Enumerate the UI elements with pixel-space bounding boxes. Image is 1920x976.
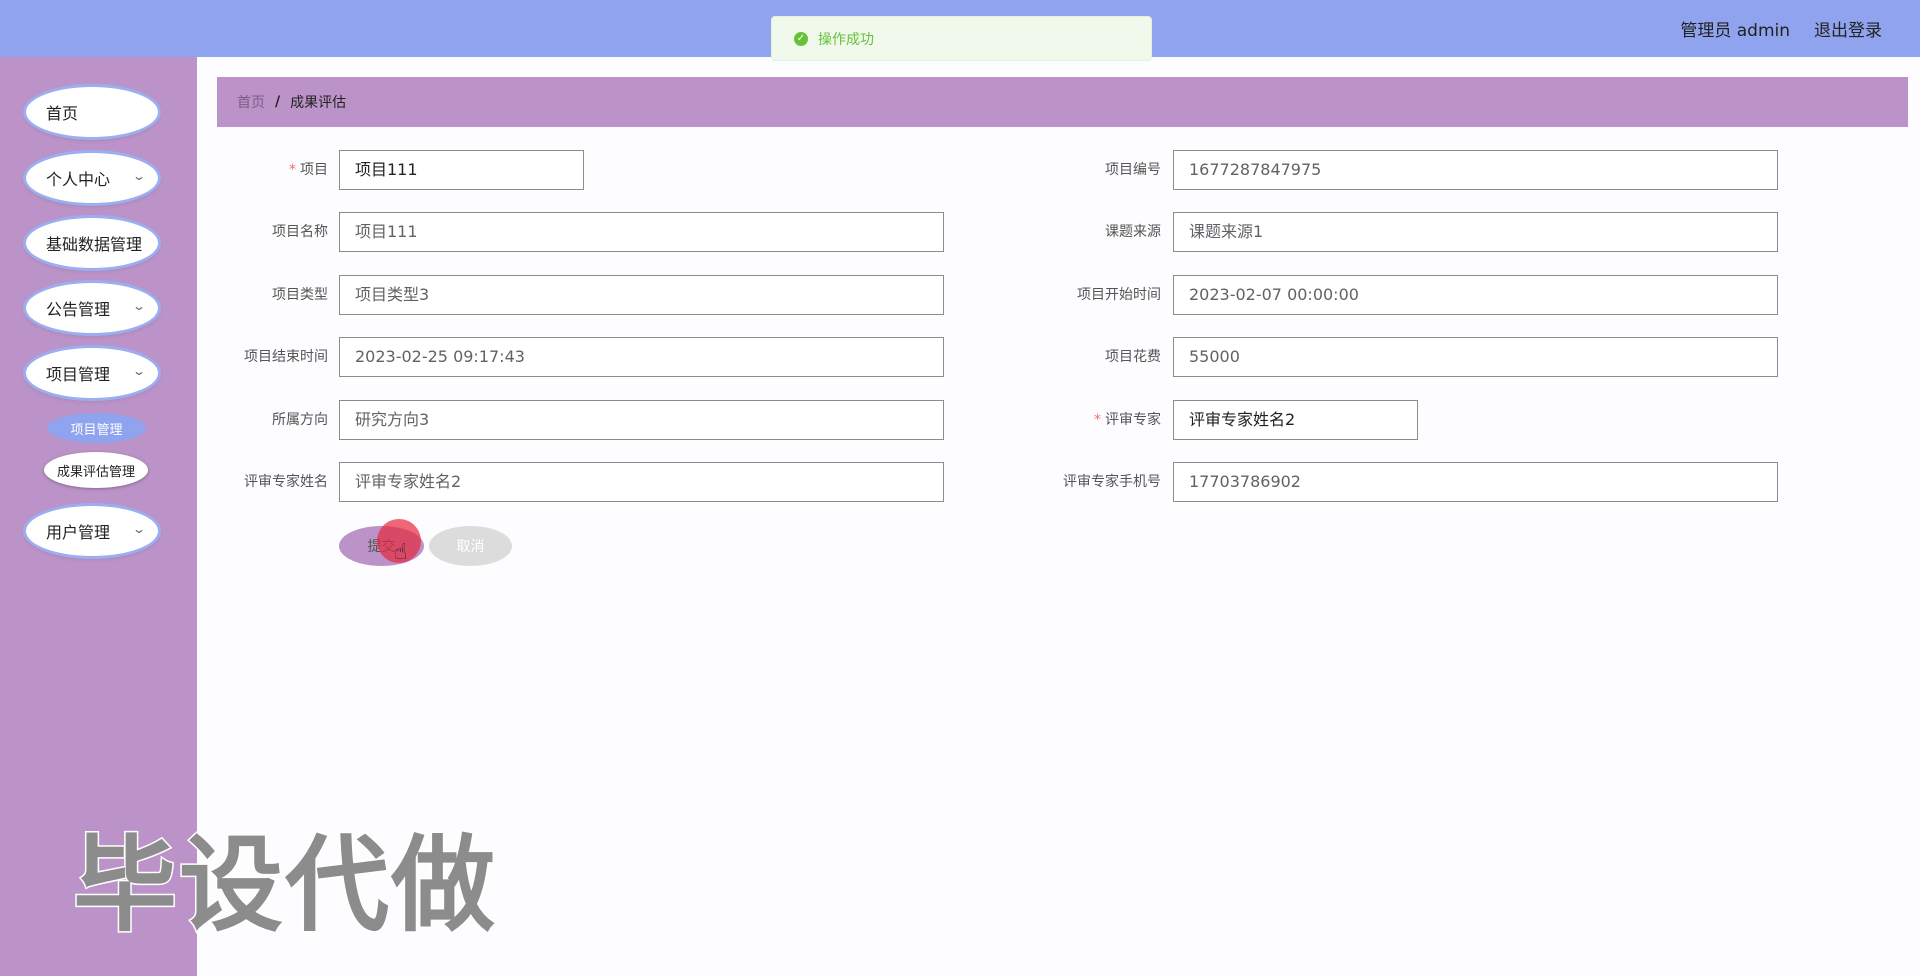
- project-name-field[interactable]: 项目111: [339, 212, 944, 252]
- sidebar-item-users[interactable]: 用户管理 ⌄: [26, 506, 158, 556]
- breadcrumb: 首页 / 成果评估: [217, 77, 1908, 127]
- form-label-topic-source: 课题来源: [1105, 224, 1161, 240]
- user-area: 管理员 admin 退出登录: [1680, 16, 1882, 41]
- form-label-project-number: 项目编号: [1105, 162, 1161, 178]
- breadcrumb-separator: /: [275, 94, 281, 110]
- sidebar-item-projects[interactable]: 项目管理 ⌄: [26, 348, 158, 398]
- sidebar-item-label: 公告管理: [46, 300, 111, 319]
- watermark: 毕设代做: [71, 823, 498, 948]
- form-label-expert-name: 评审专家姓名: [244, 474, 328, 490]
- sidebar-item-base-data[interactable]: 基础数据管理: [26, 218, 158, 268]
- admin-label[interactable]: 管理员 admin: [1680, 16, 1790, 41]
- project-type-field[interactable]: 项目类型3: [339, 275, 944, 315]
- chevron-down-icon: ⌄: [131, 299, 147, 313]
- form-label-cost: 项目花费: [1105, 349, 1161, 365]
- project-number-field[interactable]: 1677287847975: [1173, 150, 1778, 190]
- form-label-start-time: 项目开始时间: [1077, 287, 1161, 303]
- topic-source-field[interactable]: 课题来源1: [1173, 212, 1778, 252]
- toast-message: 操作成功: [818, 31, 874, 48]
- cancel-button[interactable]: 取消: [429, 526, 512, 566]
- hand-cursor-icon: ☝: [394, 540, 408, 565]
- form-label-direction: 所属方向: [272, 412, 328, 428]
- cost-field[interactable]: 55000: [1173, 337, 1778, 377]
- required-mark: *: [289, 162, 296, 178]
- label-text: 评审专家: [1105, 412, 1161, 428]
- direction-field[interactable]: 研究方向3: [339, 400, 944, 440]
- success-toast: ✓ 操作成功: [771, 16, 1152, 61]
- expert-name-field[interactable]: 评审专家姓名2: [339, 462, 944, 502]
- form-label-project-name: 项目名称: [272, 224, 328, 240]
- sidebar-subitem-result-evaluation[interactable]: 成果评估管理: [44, 452, 148, 488]
- expert-phone-field[interactable]: 17703786902: [1173, 462, 1778, 502]
- breadcrumb-current: 成果评估: [290, 95, 347, 111]
- check-circle-icon: ✓: [794, 31, 808, 46]
- sidebar-item-home[interactable]: 首页: [26, 87, 158, 137]
- form-label-expert-phone: 评审专家手机号: [1063, 474, 1161, 490]
- sidebar-item-personal-center[interactable]: 个人中心 ⌄: [26, 153, 158, 203]
- form-label-end-time: 项目结束时间: [244, 349, 328, 365]
- sidebar-item-label: 用户管理: [46, 523, 111, 542]
- sidebar-item-label: 首页: [46, 104, 79, 123]
- chevron-down-icon: ⌄: [131, 169, 147, 183]
- sidebar-item-label: 个人中心: [46, 170, 111, 189]
- sidebar-item-label: 基础数据管理: [46, 235, 143, 254]
- sidebar-item-announcements[interactable]: 公告管理 ⌄: [26, 283, 158, 333]
- form-label-project-type: 项目类型: [272, 287, 328, 303]
- form-label-project: * 项目: [168, 150, 328, 190]
- form-label-expert: * 评审专家: [1001, 400, 1161, 440]
- chevron-down-icon: ⌄: [131, 522, 147, 536]
- chevron-down-icon: ⌄: [131, 364, 147, 378]
- required-mark: *: [1094, 412, 1101, 428]
- logout-link[interactable]: 退出登录: [1814, 16, 1882, 41]
- start-time-field[interactable]: 2023-02-07 00:00:00: [1173, 275, 1778, 315]
- sidebar-subitem-project-management[interactable]: 项目管理: [47, 413, 146, 443]
- end-time-field[interactable]: 2023-02-25 09:17:43: [339, 337, 944, 377]
- label-text: 项目: [300, 162, 328, 178]
- sidebar-item-label: 项目管理: [46, 365, 111, 384]
- breadcrumb-home[interactable]: 首页: [237, 92, 265, 112]
- expert-select[interactable]: 评审专家姓名2: [1173, 400, 1418, 440]
- project-select[interactable]: 项目111: [339, 150, 584, 190]
